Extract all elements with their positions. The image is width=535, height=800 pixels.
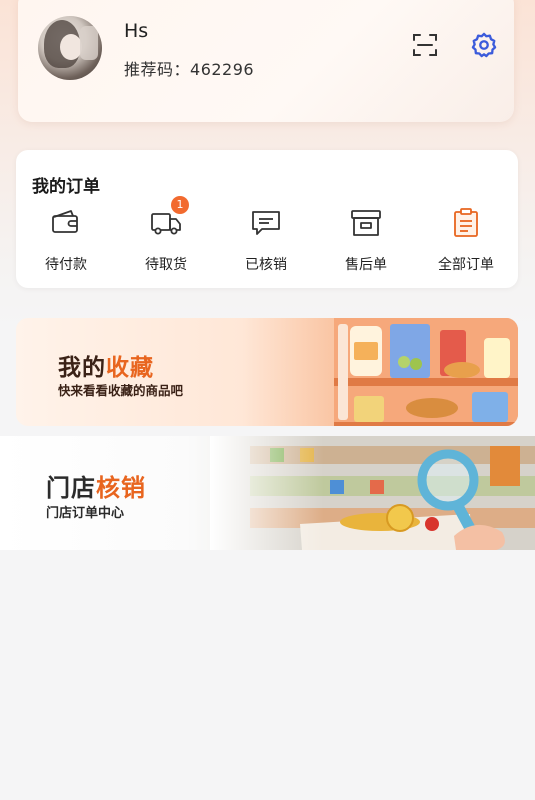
referral-code: 推荐码：462296 [124,56,254,80]
settings-button[interactable] [470,31,498,59]
box-icon [351,210,381,236]
order-pending-payment[interactable]: 待付款 [16,206,116,278]
message-icon [252,211,280,235]
favorites-subtitle: 快来看看收藏的商品吧 [58,383,184,398]
gear-icon [471,32,497,58]
order-all[interactable]: 全部订单 [416,206,516,278]
order-after-sales[interactable]: 售后单 [316,206,416,278]
orders-title: 我的订单 [32,177,100,197]
grocery-shelf-illustration [334,318,518,426]
avatar[interactable] [38,16,102,80]
user-name: Hs [124,20,149,42]
favorites-title: 我的收藏 [58,348,154,382]
store-title-highlight: 核销 [96,474,146,502]
scan-button[interactable] [412,32,438,58]
order-label: 全部订单 [438,257,494,273]
order-verified[interactable]: 已核销 [216,206,316,278]
my-orders-card: 我的订单 待付款 1 待取货 已核销 售后单 全部订单 [16,150,518,288]
store-subtitle: 门店订单中心 [46,506,125,521]
order-label: 待付款 [45,257,87,273]
referral-value: 462296 [190,60,255,79]
wallet-icon [52,210,78,233]
referral-label: 推荐码： [124,60,191,79]
supermarket-magnifier-illustration [210,436,535,550]
store-title: 门店核销 [46,468,146,503]
order-awaiting-pickup[interactable]: 1 待取货 [116,196,216,278]
favorites-title-main: 我的 [58,355,106,381]
profile-card: Hs 推荐码：462296 [18,0,514,122]
scan-icon [413,34,437,56]
order-label: 售后单 [345,257,387,273]
clipboard-icon [454,208,478,237]
order-label: 已核销 [245,257,287,273]
favorites-title-highlight: 收藏 [106,355,154,381]
order-label: 待取货 [145,257,187,273]
favorites-banner[interactable]: 我的收藏 快来看看收藏的商品吧 [16,318,518,426]
store-title-main: 门店 [46,474,96,502]
store-verification-banner[interactable]: 门店核销 门店订单中心 [0,436,535,550]
pickup-count-badge: 1 [171,196,189,214]
